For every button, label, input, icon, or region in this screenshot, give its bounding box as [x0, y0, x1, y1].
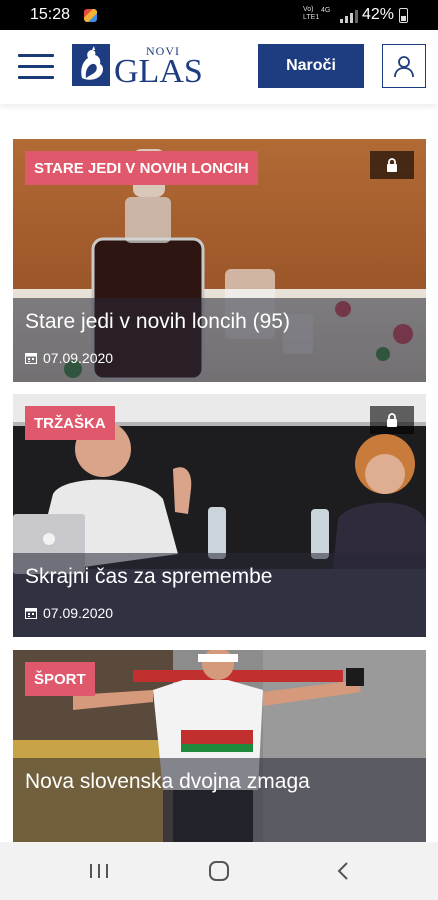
lock-icon — [387, 158, 397, 172]
user-icon — [394, 56, 414, 78]
article-card[interactable]: STARE JEDI V NOVIH LONCIH Stare jedi v n… — [13, 139, 426, 382]
user-account-button[interactable] — [382, 44, 426, 88]
recent-apps-icon — [90, 864, 108, 878]
battery-percent: 42% — [362, 6, 395, 23]
calendar-icon — [25, 608, 37, 619]
category-tag[interactable]: ŠPORT — [25, 662, 95, 696]
logo-glas-text: GLAS — [114, 53, 203, 90]
signal-strength-icon — [340, 9, 358, 23]
back-button[interactable] — [328, 859, 358, 883]
article-date-row: 07.09.2020 — [25, 605, 113, 621]
volte-indicator: Vo) LTE1 — [303, 6, 320, 21]
network-type: 4G — [321, 7, 331, 14]
home-icon — [209, 861, 229, 881]
category-tag[interactable]: STARE JEDI V NOVIH LONCIH — [25, 151, 258, 185]
lock-icon — [387, 413, 397, 427]
subscribe-button[interactable]: Naroči — [258, 44, 364, 88]
battery-icon — [399, 8, 408, 23]
premium-lock-badge — [370, 151, 414, 179]
category-tag[interactable]: TRŽAŠKA — [25, 406, 115, 440]
article-title[interactable]: Skrajni čas za spremembe — [25, 565, 272, 589]
system-navigation-bar — [0, 842, 438, 900]
status-time: 15:28 — [30, 6, 71, 23]
status-bar: 15:28 Vo) LTE1 4G 42% — [0, 0, 438, 30]
article-card[interactable]: TRŽAŠKA Skrajni čas za spremembe 07.09.2… — [13, 394, 426, 637]
calendar-icon — [25, 353, 37, 364]
article-date-row: 07.09.2020 — [25, 350, 113, 366]
article-title[interactable]: Stare jedi v novih loncih (95) — [25, 310, 290, 334]
back-icon — [337, 862, 348, 880]
menu-button[interactable] — [18, 53, 54, 81]
rooster-emblem-icon — [72, 44, 110, 86]
article-date: 07.09.2020 — [43, 605, 114, 621]
hamburger-icon — [18, 54, 54, 57]
recent-apps-button[interactable] — [84, 859, 114, 883]
premium-lock-badge — [370, 406, 414, 434]
article-title[interactable]: Nova slovenska dvojna zmaga — [25, 770, 310, 794]
article-caption: Nova slovenska dvojna zmaga — [13, 758, 426, 842]
home-button[interactable] — [204, 859, 234, 883]
article-caption: Skrajni čas za spremembe 07.09.2020 — [13, 553, 426, 637]
article-caption: Stare jedi v novih loncih (95) 07.09.202… — [13, 298, 426, 382]
app-header: NOVI GLAS Naroči — [0, 30, 438, 104]
gallery-notification-icon — [84, 9, 97, 22]
article-date: 07.09.2020 — [43, 350, 114, 366]
novi-glas-logo[interactable]: NOVI GLAS — [72, 44, 204, 90]
